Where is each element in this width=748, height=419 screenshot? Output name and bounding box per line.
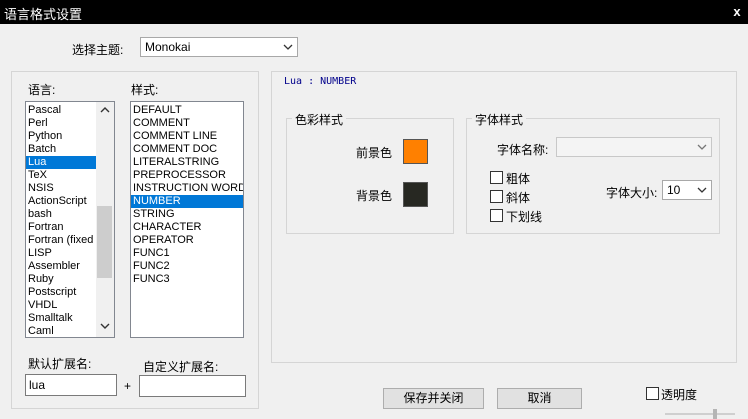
default-ext-label: 默认扩展名: [28,357,92,371]
foreground-label: 前景色 [356,146,393,160]
list-item[interactable]: Fortran (fixed [26,234,96,247]
custom-ext-input[interactable] [139,375,246,397]
list-item[interactable]: COMMENT [131,117,243,130]
theme-select[interactable]: Monokai [140,37,298,57]
list-item[interactable]: bash [26,208,96,221]
list-item[interactable]: NSIS [26,182,96,195]
window-title: 语言格式设置 [4,7,83,22]
chevron-down-icon [283,44,293,50]
list-item[interactable]: VHDL [26,299,96,312]
list-item[interactable]: Smalltalk [26,312,96,325]
list-item[interactable]: Caml [26,325,96,337]
list-item[interactable]: Python [26,130,96,143]
list-item[interactable]: FUNC3 [131,273,243,286]
list-item[interactable]: INSTRUCTION WORD [131,182,243,195]
save-close-button[interactable]: 保存并关闭 [383,388,484,409]
list-item[interactable]: STRING [131,208,243,221]
background-color-swatch[interactable] [403,182,428,207]
list-item[interactable]: Lua [26,156,96,169]
cancel-button[interactable]: 取消 [497,388,582,409]
transparency-slider-handle[interactable] [713,409,717,419]
transparency-checkbox[interactable] [646,387,659,400]
list-item[interactable]: Assembler [26,260,96,273]
underline-label: 下划线 [506,210,543,224]
scroll-thumb[interactable] [97,206,112,278]
list-item[interactable]: CHARACTER [131,221,243,234]
language-scrollbar[interactable] [96,102,114,337]
foreground-color-swatch[interactable] [403,139,428,164]
list-item[interactable]: Pascal [26,104,96,117]
list-item[interactable]: DEFAULT [131,104,243,117]
theme-value: Monokai [145,40,191,54]
list-item[interactable]: LISP [26,247,96,260]
underline-checkbox[interactable] [490,209,503,222]
list-item[interactable]: Postscript [26,286,96,299]
scroll-up-icon[interactable] [99,105,111,115]
font-size-select[interactable]: 10 [662,180,712,200]
font-style-title: 字体样式 [472,111,527,128]
color-style-title: 色彩样式 [292,111,347,128]
list-item[interactable]: COMMENT LINE [131,130,243,143]
preview-text: Lua : NUMBER [284,76,357,87]
list-item[interactable]: OPERATOR [131,234,243,247]
list-item[interactable]: FUNC1 [131,247,243,260]
list-item[interactable]: TeX [26,169,96,182]
default-ext-value: lua [29,378,46,392]
list-item[interactable]: LITERALSTRING [131,156,243,169]
bold-label: 粗体 [506,172,531,186]
list-item[interactable]: NUMBER [131,195,243,208]
list-item[interactable]: Perl [26,117,96,130]
chevron-down-icon [697,187,707,193]
font-size-label: 字体大小: [606,186,658,200]
style-list[interactable]: DEFAULT COMMENT COMMENT LINE COMMENT DOC LIT… [130,101,244,338]
languages-label: 语言: [28,83,56,97]
close-icon[interactable]: x [728,3,746,21]
styles-label: 样式: [131,83,159,97]
italic-label: 斜体 [506,191,531,205]
list-item[interactable]: Batch [26,143,96,156]
title-bar: 语言格式设置 x [0,0,748,24]
scroll-down-icon[interactable] [99,321,111,331]
font-name-select[interactable] [556,137,712,157]
list-item[interactable]: Fortran [26,221,96,234]
chevron-down-icon [697,144,707,150]
font-size-value: 10 [667,183,681,197]
language-list[interactable]: Pascal Perl Python Batch Lua TeX NSIS ActionScr… [25,101,115,338]
theme-label: 选择主题: [72,43,124,57]
custom-ext-label: 自定义扩展名: [143,360,219,374]
bold-checkbox[interactable] [490,171,503,184]
plus-sign: + [124,379,132,393]
background-label: 背景色 [356,189,393,203]
font-style-group [466,118,720,234]
list-item[interactable]: COMMENT DOC [131,143,243,156]
default-ext-input[interactable]: lua [25,374,117,396]
list-item[interactable]: Ruby [26,273,96,286]
list-item[interactable]: ActionScript [26,195,96,208]
transparency-label: 透明度 [661,388,698,402]
font-name-label: 字体名称: [497,143,549,157]
transparency-slider-track[interactable] [665,413,735,415]
list-item[interactable]: FUNC2 [131,260,243,273]
italic-checkbox[interactable] [490,190,503,203]
color-style-group [286,118,454,234]
list-item[interactable]: PREPROCESSOR [131,169,243,182]
